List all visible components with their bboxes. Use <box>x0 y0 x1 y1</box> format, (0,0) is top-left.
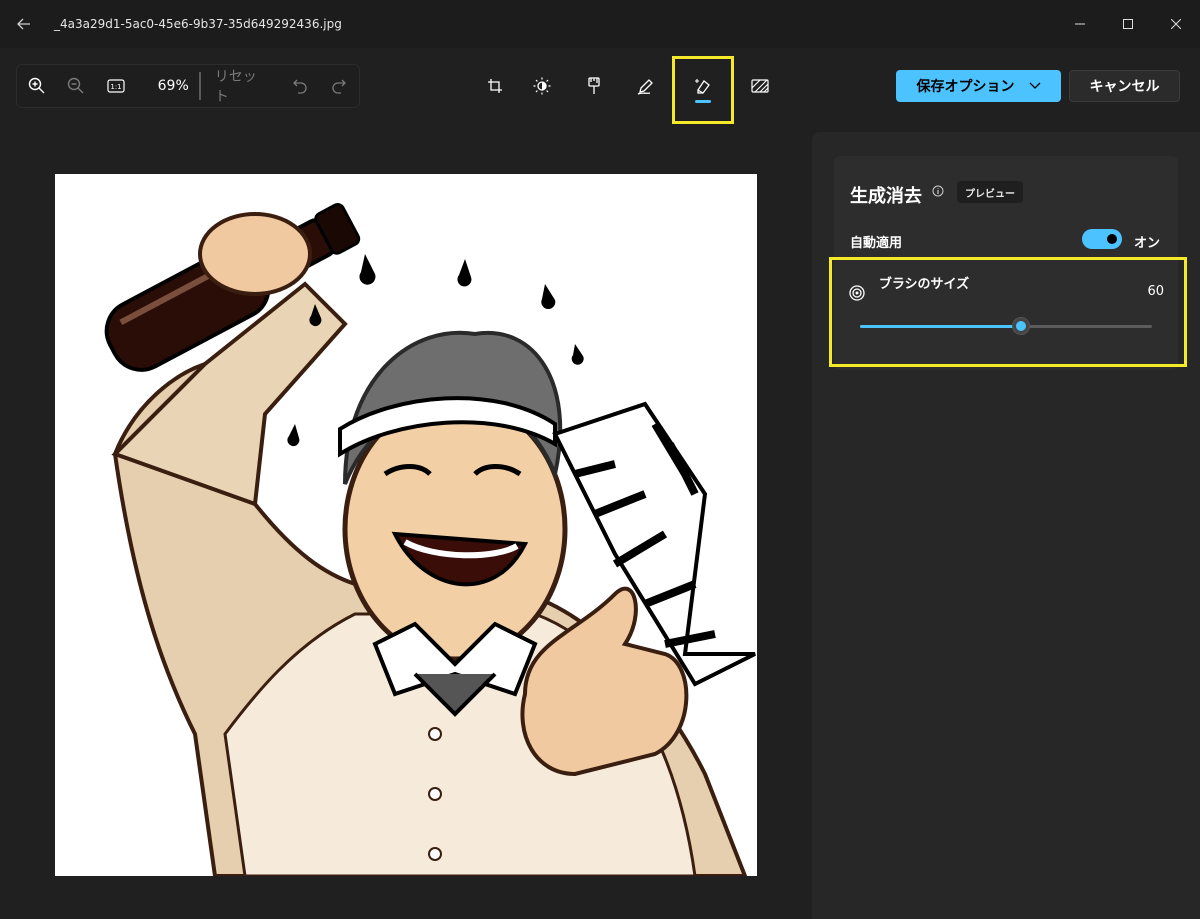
cancel-button[interactable]: キャンセル <box>1069 70 1180 102</box>
window-title: _4a3a29d1-5ac0-45e6-9b37-35d649292436.jp… <box>54 17 342 31</box>
zoom-out-icon <box>68 77 84 94</box>
side-panel: 生成消去 プレビュー 自動適用 オン <box>812 132 1200 919</box>
back-button[interactable] <box>0 0 48 48</box>
actual-size-button[interactable]: 1:1 <box>96 66 135 106</box>
crop-icon <box>488 79 502 93</box>
toggle-knob <box>1107 234 1117 244</box>
save-options-button[interactable]: 保存オプション <box>896 70 1061 102</box>
save-options-label: 保存オプション <box>916 79 1015 95</box>
brightness-icon <box>533 77 551 95</box>
chevron-down-icon <box>1029 82 1040 89</box>
background-icon <box>751 79 769 93</box>
brush-target-icon <box>849 285 865 301</box>
image-illustration <box>104 202 756 876</box>
brush-size-slider[interactable] <box>860 317 1152 335</box>
auto-apply-state: オン <box>1134 236 1161 251</box>
close-button[interactable] <box>1152 0 1200 48</box>
minimize-button[interactable] <box>1056 0 1104 48</box>
markup-pen-icon <box>637 79 653 95</box>
adjust-tool[interactable] <box>516 62 568 110</box>
crop-tool[interactable] <box>474 62 516 110</box>
arrow-left-icon <box>17 18 30 30</box>
zoom-out-button[interactable] <box>56 66 95 106</box>
reset-button[interactable]: リセット <box>215 66 270 106</box>
panel-title: 生成消去 <box>850 186 922 207</box>
slider-fill <box>860 325 1021 328</box>
svg-text:1:1: 1:1 <box>110 83 121 91</box>
edited-image[interactable] <box>55 174 757 876</box>
canvas-area[interactable] <box>0 132 812 919</box>
auto-apply-label: 自動適用 <box>850 236 903 251</box>
brush-size-label: ブラシのサイズ <box>878 277 970 292</box>
title-bar: _4a3a29d1-5ac0-45e6-9b37-35d649292436.jp… <box>0 0 1200 48</box>
zoom-in-icon <box>28 77 45 94</box>
maximize-icon <box>1123 19 1133 29</box>
brush-size-highlight <box>829 257 1187 367</box>
generative-erase-tool[interactable] <box>672 56 734 124</box>
generative-erase-icon <box>695 79 710 94</box>
edit-tools <box>474 56 786 124</box>
auto-apply-toggle[interactable] <box>1082 229 1122 249</box>
toolbar-divider <box>198 72 201 100</box>
info-icon[interactable] <box>932 185 944 197</box>
filter-icon <box>588 77 600 94</box>
maximize-button[interactable] <box>1104 0 1152 48</box>
redo-button[interactable] <box>320 66 359 106</box>
background-tool[interactable] <box>734 62 786 110</box>
zoom-toolbar: 1:1 69% リセット <box>16 64 360 108</box>
actual-size-icon: 1:1 <box>107 79 125 93</box>
markup-tool[interactable] <box>620 62 672 110</box>
minimize-icon <box>1075 23 1085 25</box>
zoom-level[interactable]: 69% <box>135 78 189 94</box>
brush-size-value: 60 <box>1147 284 1164 299</box>
redo-icon <box>332 79 347 94</box>
filter-tool[interactable] <box>568 62 620 110</box>
undo-icon <box>292 79 307 94</box>
preview-badge: プレビュー <box>957 181 1023 203</box>
close-icon <box>1171 19 1181 29</box>
undo-button[interactable] <box>280 66 319 106</box>
slider-thumb[interactable] <box>1011 317 1030 335</box>
window-controls <box>1056 0 1200 48</box>
active-indicator <box>695 100 711 103</box>
zoom-in-button[interactable] <box>17 66 56 106</box>
